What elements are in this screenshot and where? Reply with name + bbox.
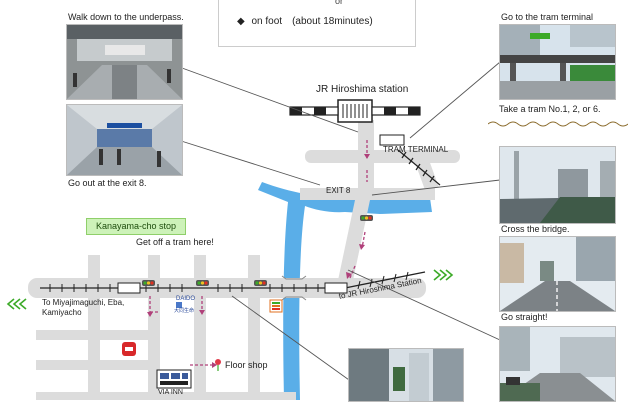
tram-terminal-photo: [499, 24, 616, 100]
to-miyajima-label: To Miyajimaguchi, Eba, Kamiyacho: [42, 298, 124, 318]
green-arrow-right: [433, 269, 454, 281]
on-foot-row: ◆ on foot (about 18minutes): [237, 12, 373, 27]
via-inn-hotel-icon: [156, 369, 192, 389]
station-label: JR Hiroshima station: [316, 84, 409, 95]
traffic-light: [254, 280, 267, 286]
go-straight-caption: Go straight!: [501, 312, 548, 322]
to-miyajima-line2: Kamiyacho: [42, 308, 82, 317]
take-tram-caption: Take a tram No.1, 2, or 6.: [499, 104, 601, 114]
or-text: or: [335, 0, 344, 6]
daido-sub-label: 大同生命: [174, 308, 195, 314]
exit-caption: Go out at the exit 8.: [68, 178, 147, 188]
floor-shop-label: Floor shop: [225, 360, 268, 370]
traffic-light: [142, 280, 155, 286]
exit8-photo: [66, 104, 183, 176]
wavy-underline: [488, 121, 628, 127]
tram-terminal-box: [379, 134, 405, 146]
go-tram-terminal-caption: Go to the tram terminal: [501, 12, 594, 22]
traffic-light: [360, 215, 373, 221]
cross-bridge-caption: Cross the bridge.: [501, 224, 570, 234]
underpass-photo: [66, 24, 183, 100]
bridge-photo: [499, 146, 616, 224]
get-off-label: Get off a tram here!: [136, 237, 214, 247]
jr-station-building: [337, 99, 373, 123]
street-photo: [499, 326, 616, 402]
straight-road-photo: [499, 236, 616, 312]
route-info-box: or ◆ on foot (about 18minutes): [218, 0, 416, 47]
diamond-bullet-icon: ◆: [237, 16, 245, 27]
kanayama-stop-label: Kanayama-cho stop: [86, 218, 186, 235]
daido-label: DAIDO: [176, 296, 196, 302]
seven-eleven-icon: [269, 299, 283, 313]
gusto-restaurant-icon: [122, 342, 136, 356]
on-foot-text: on foot (about 18minutes): [251, 16, 373, 27]
green-arrow-left: [6, 298, 27, 310]
via-inn-label: VIA INN: [158, 389, 183, 396]
floor-shop-photo: [348, 348, 464, 402]
walk-down-caption: Walk down to the underpass.: [68, 12, 184, 22]
traffic-light: [196, 280, 209, 286]
kanayama-stop-box: [117, 282, 141, 294]
to-miyajima-line1: To Miyajimaguchi, Eba,: [42, 298, 125, 307]
tram-terminal-label: TRAM TERMINAL: [383, 145, 449, 154]
exit8-label: EXIT 8: [326, 186, 351, 195]
